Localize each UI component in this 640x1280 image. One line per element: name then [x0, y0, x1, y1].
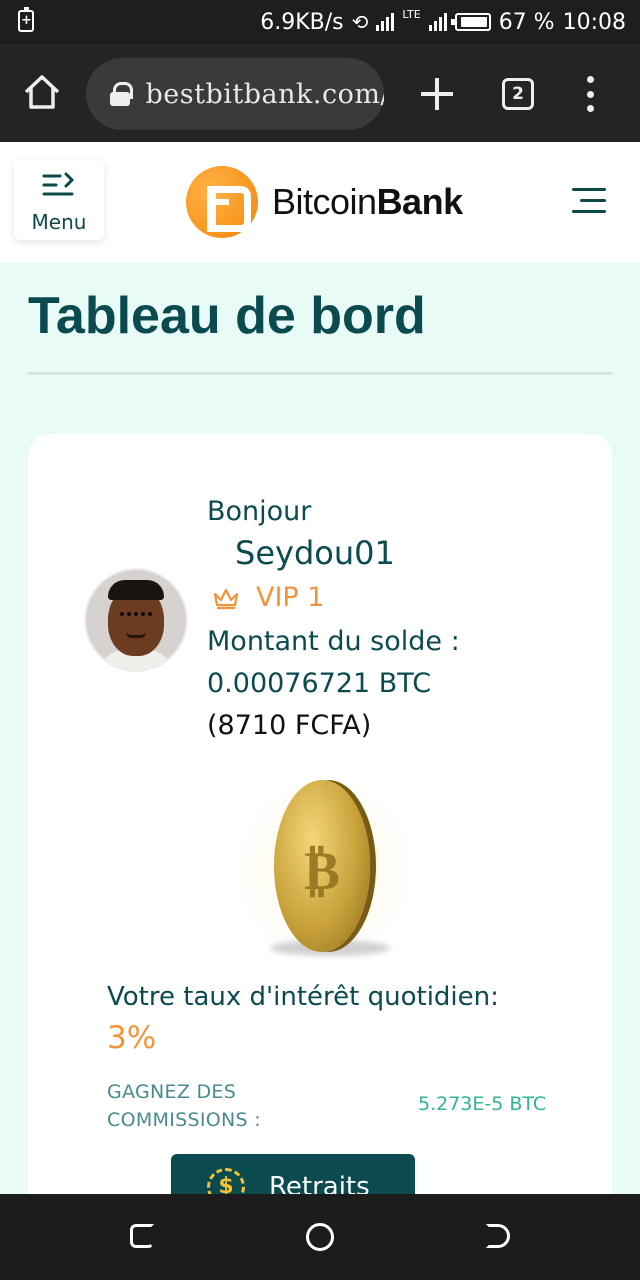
- address-bar[interactable]: bestbitbank.com/: [86, 58, 384, 130]
- system-nav-bar: [0, 1194, 640, 1280]
- home-button-icon[interactable]: [306, 1223, 334, 1251]
- menu-button[interactable]: Menu: [14, 160, 104, 240]
- battery-icon: [450, 13, 491, 31]
- menu-label: Menu: [31, 210, 87, 234]
- network-speed: 6.9KB/s: [260, 9, 344, 35]
- brand-name: BitcoinBank: [272, 181, 463, 223]
- interest-rate-label: Votre taux d'intérêt quotidien:: [107, 982, 499, 1012]
- avatar[interactable]: [86, 570, 186, 670]
- home-icon[interactable]: [22, 72, 62, 112]
- recent-apps-icon[interactable]: [130, 1224, 154, 1248]
- more-options-icon[interactable]: [584, 76, 596, 112]
- hamburger-icon[interactable]: [572, 186, 606, 216]
- browser-toolbar: bestbitbank.com/ 2: [0, 44, 640, 142]
- rotate-icon: ⟲: [351, 10, 369, 34]
- status-bar-right: 6.9KB/s ⟲ LTE 67 % 10:08: [260, 8, 626, 36]
- username: Seydou01: [235, 534, 395, 572]
- status-bar: + 6.9KB/s ⟲ LTE 67 % 10:08: [0, 0, 640, 44]
- signal-icon: [376, 13, 395, 31]
- lock-icon: [110, 82, 133, 106]
- interest-rate-value: 3%: [107, 1020, 157, 1056]
- signal-icon-2: [428, 13, 447, 31]
- brand-name-bold: Bank: [376, 181, 464, 222]
- url-text[interactable]: bestbitbank.com/: [146, 79, 385, 110]
- tab-switcher-button[interactable]: 2: [502, 78, 534, 110]
- title-divider: [28, 372, 612, 375]
- menu-toggle-icon: [42, 172, 75, 196]
- battery-percent: 67 %: [498, 9, 555, 35]
- page-title: Tableau de bord: [28, 287, 426, 345]
- commissions-value: 5.273E-5 BTC: [418, 1093, 547, 1115]
- brand-name-light: Bitcoin: [272, 181, 377, 222]
- balance-btc: 0.00076721 BTC: [207, 668, 432, 699]
- bitcoin-logo-icon: [186, 166, 258, 238]
- greeting-text: Bonjour: [207, 496, 312, 527]
- lte-label: LTE: [402, 8, 421, 21]
- app-header: Menu BitcoinBank: [0, 142, 640, 263]
- new-tab-icon[interactable]: [421, 78, 453, 110]
- battery-saver-icon: +: [18, 7, 34, 32]
- crown-icon: [213, 588, 239, 609]
- bitcoin-coin-image: ₿: [230, 770, 420, 970]
- balance-fcfa: (8710 FCFA): [207, 710, 372, 741]
- brand-logo[interactable]: BitcoinBank: [186, 166, 463, 238]
- vip-badge: VIP 1: [212, 582, 324, 613]
- clock: 10:08: [562, 9, 626, 35]
- balance-label: Montant du solde :: [207, 626, 460, 657]
- back-icon[interactable]: [486, 1224, 510, 1248]
- vip-level: VIP 1: [256, 582, 325, 613]
- commissions-label: GAGNEZ DES COMMISSIONS :: [107, 1081, 261, 1131]
